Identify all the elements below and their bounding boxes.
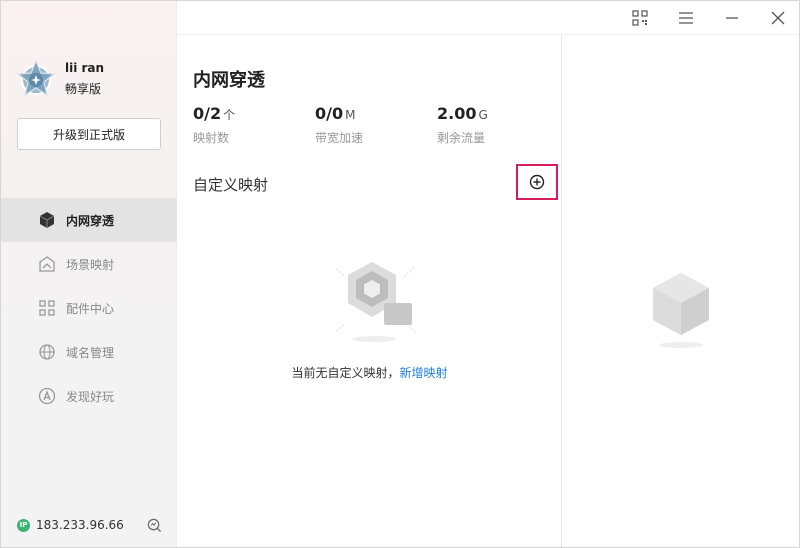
scene-icon: [38, 255, 56, 273]
panel-divider: [561, 34, 562, 547]
sidebar-nav: 内网穿透 场景映射 配件中心 域名管理 发现好玩: [1, 198, 177, 418]
stat-label: 带宽加速: [315, 131, 364, 145]
cube-placeholder-illustration: [653, 273, 709, 348]
stat-value: 2.00: [437, 104, 477, 123]
app-window: lii ran 畅享版 升级到正式版 内网穿透 场景映射 配件中心 域名管理 发…: [0, 0, 800, 548]
ip-status: IP 183.233.96.66: [17, 518, 124, 532]
sidebar-item-label: 域名管理: [66, 345, 115, 360]
main-panel: 内网穿透 0/2 个 映射数 0/0 M 带宽加速 2.00 G 剩余流量 自定义映射…: [178, 34, 561, 547]
stat-mappings: 0/2 个 映射数: [193, 104, 235, 146]
discover-icon: [38, 387, 56, 405]
stat-unit: M: [345, 108, 356, 122]
stat-traffic: 2.00 G 剩余流量: [437, 104, 488, 146]
stat-unit: G: [478, 108, 488, 122]
upgrade-button[interactable]: 升级到正式版: [17, 118, 161, 150]
add-mapping-button[interactable]: [516, 164, 558, 200]
menu-icon[interactable]: [677, 9, 695, 27]
domain-icon: [38, 343, 56, 361]
sidebar-item-label: 内网穿透: [66, 213, 115, 228]
stat-bandwidth: 0/0 M 带宽加速: [315, 104, 363, 146]
sidebar-item-label: 场景映射: [66, 257, 115, 272]
ip-address: 183.233.96.66: [36, 518, 124, 532]
stat-label: 映射数: [193, 131, 230, 145]
plan-label: 畅享版: [65, 82, 102, 96]
empty-state-text: 当前无自定义映射，新增映射: [178, 364, 561, 381]
stat-label: 剩余流量: [437, 131, 486, 145]
page-title: 内网穿透: [193, 70, 265, 91]
empty-state-illustration: [335, 262, 417, 342]
sidebar-item-label: 配件中心: [66, 301, 115, 316]
sidebar-item-scene[interactable]: 场景映射: [1, 242, 177, 286]
add-mapping-link[interactable]: 新增映射: [400, 366, 448, 380]
sidebar-item-intranet[interactable]: 内网穿透: [1, 198, 177, 242]
sidebar-item-label: 发现好玩: [66, 389, 115, 404]
empty-state-message: 当前无自定义映射，: [291, 366, 400, 380]
network-check-icon[interactable]: [147, 518, 162, 533]
stat-unit: 个: [223, 108, 236, 122]
grid-icon: [38, 299, 56, 317]
section-title: 自定义映射: [193, 176, 269, 194]
plus-circle-icon: [529, 174, 545, 190]
cube-icon: [38, 211, 56, 229]
close-icon[interactable]: [769, 9, 787, 27]
username: lii ran: [65, 61, 105, 75]
sidebar-item-discover[interactable]: 发现好玩: [1, 374, 177, 418]
avatar-star-icon[interactable]: [16, 59, 56, 99]
sidebar-item-accessories[interactable]: 配件中心: [1, 286, 177, 330]
ip-badge-icon: IP: [17, 518, 30, 532]
stat-value: 0/2: [193, 104, 222, 123]
minimize-icon[interactable]: [723, 9, 741, 27]
stat-value: 0/0: [315, 104, 344, 123]
sidebar-item-domain[interactable]: 域名管理: [1, 330, 177, 374]
sidebar: lii ran 畅享版 升级到正式版 内网穿透 场景映射 配件中心 域名管理 发…: [1, 1, 177, 547]
qrcode-icon[interactable]: [631, 9, 649, 27]
